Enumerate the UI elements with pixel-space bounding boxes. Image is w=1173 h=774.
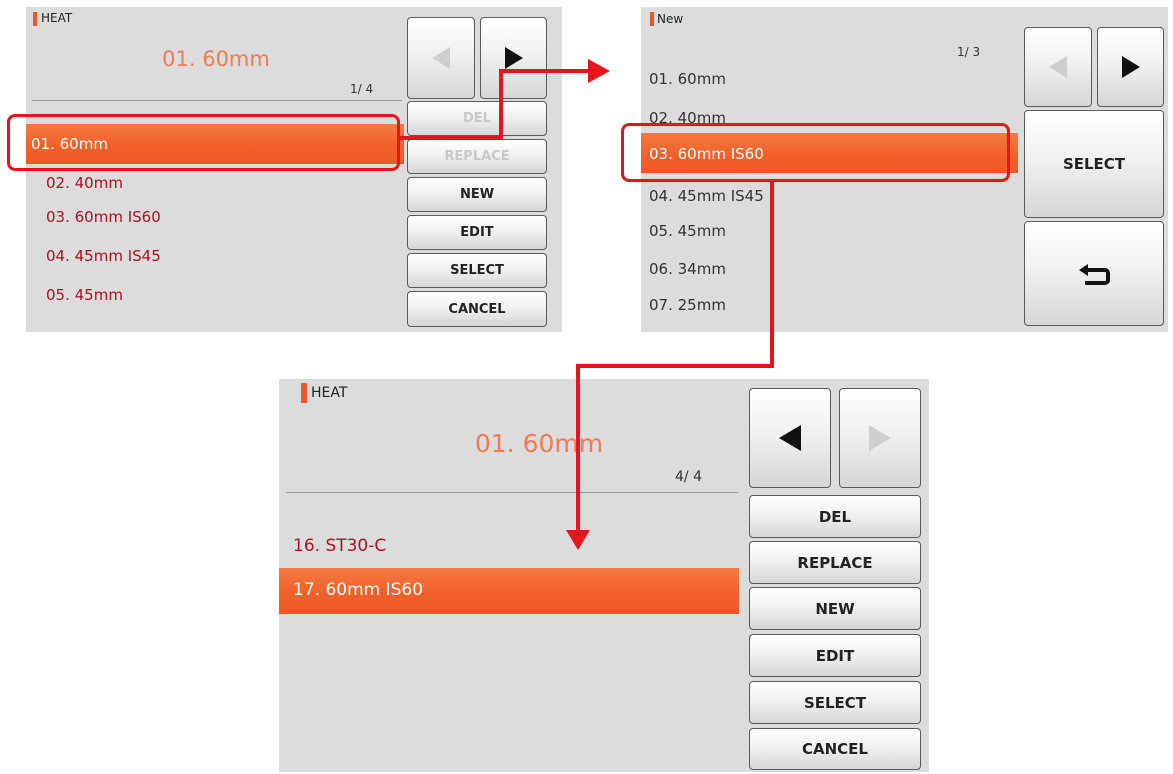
- list-item[interactable]: 04. 45mm IS45: [649, 187, 764, 205]
- list-item[interactable]: 17. 60mm IS60: [293, 580, 423, 600]
- right-arrow-icon: [869, 425, 891, 451]
- edit-button[interactable]: EDIT: [749, 634, 921, 677]
- del-button[interactable]: DEL: [749, 495, 921, 538]
- page-indicator: 4/ 4: [675, 469, 702, 485]
- list-item[interactable]: 07. 25mm: [649, 296, 726, 314]
- arrow-line: [400, 136, 503, 140]
- arrow-line: [576, 364, 774, 368]
- next-page-button[interactable]: [839, 388, 921, 488]
- right-arrow-icon: [504, 47, 523, 69]
- replace-button[interactable]: REPLACE: [407, 139, 547, 174]
- page-indicator: 1/ 3: [957, 45, 981, 59]
- arrow-head-icon: [588, 59, 610, 83]
- prev-page-button[interactable]: [749, 388, 831, 488]
- header-title: New: [657, 12, 684, 26]
- header-accent-mark: [650, 12, 654, 26]
- highlight-box-screen1-row: [7, 114, 400, 171]
- back-button[interactable]: [1024, 221, 1164, 326]
- arrow-line: [499, 69, 592, 73]
- return-arrow-icon: [1079, 263, 1110, 285]
- screen-heat-list-page4: HEAT 01. 60mm 4/ 4 16. ST30-C 17. 60mm I…: [279, 379, 929, 772]
- prev-page-button[interactable]: [1024, 27, 1092, 107]
- left-arrow-icon: [779, 425, 801, 451]
- header-title: HEAT: [41, 11, 73, 25]
- cancel-button[interactable]: CANCEL: [749, 728, 921, 770]
- prev-page-button[interactable]: [407, 17, 475, 99]
- select-button[interactable]: SELECT: [407, 253, 547, 288]
- edit-button[interactable]: EDIT: [407, 215, 547, 250]
- list-item[interactable]: 02. 40mm: [46, 174, 123, 192]
- right-arrow-icon: [1121, 56, 1140, 78]
- current-setting-title: 01. 60mm: [474, 429, 604, 458]
- select-button[interactable]: SELECT: [1024, 110, 1164, 218]
- list-item[interactable]: 04. 45mm IS45: [46, 247, 161, 265]
- list-item[interactable]: 03. 60mm IS60: [46, 208, 161, 226]
- header-title: HEAT: [311, 385, 348, 401]
- new-button[interactable]: NEW: [407, 177, 547, 212]
- arrow-line: [576, 364, 580, 534]
- arrow-line: [770, 182, 774, 368]
- list-item[interactable]: 16. ST30-C: [293, 536, 386, 556]
- cancel-button[interactable]: CANCEL: [407, 291, 547, 327]
- list-item[interactable]: 05. 45mm: [649, 222, 726, 240]
- divider: [286, 492, 738, 493]
- header-accent-mark: [301, 383, 307, 403]
- current-setting-title: 01. 60mm: [162, 47, 270, 71]
- replace-button[interactable]: REPLACE: [749, 541, 921, 584]
- next-page-button[interactable]: [480, 17, 547, 99]
- list-item[interactable]: 01. 60mm: [649, 70, 726, 88]
- select-button[interactable]: SELECT: [749, 681, 921, 724]
- new-button[interactable]: NEW: [749, 587, 921, 630]
- next-page-button[interactable]: [1097, 27, 1164, 107]
- arrow-line: [499, 69, 503, 140]
- left-arrow-icon: [432, 47, 450, 69]
- header-accent-mark: [33, 12, 37, 26]
- left-arrow-icon: [1049, 56, 1067, 78]
- list-item[interactable]: 05. 45mm: [46, 286, 123, 304]
- highlight-box-screen2-row: [621, 123, 1010, 182]
- list-item[interactable]: 06. 34mm: [649, 260, 726, 278]
- page-indicator: 1/ 4: [350, 82, 374, 96]
- divider: [32, 100, 402, 101]
- del-button[interactable]: DEL: [407, 101, 547, 136]
- arrow-head-icon: [566, 530, 590, 550]
